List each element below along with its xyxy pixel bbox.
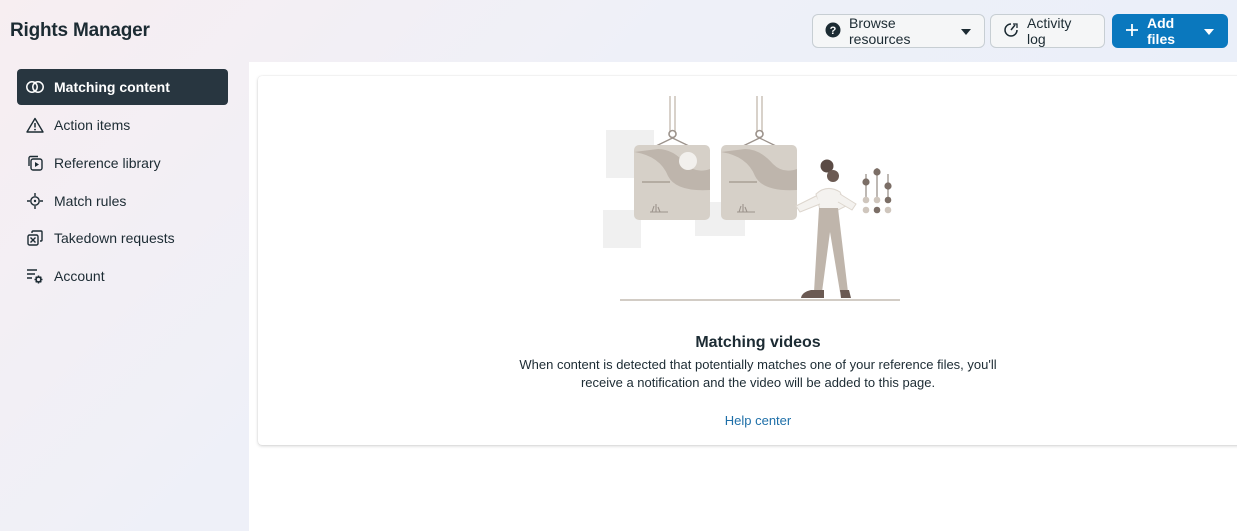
- sidebar-item-match-rules[interactable]: Match rules: [17, 183, 228, 219]
- help-circle-icon: ?: [825, 22, 841, 41]
- sidebar-item-label: Account: [54, 268, 105, 284]
- sidebar-item-action-items[interactable]: Action items: [17, 107, 228, 143]
- sidebar-item-takedown-requests[interactable]: Takedown requests: [17, 220, 228, 256]
- warning-icon: [26, 116, 44, 134]
- sidebar-item-account[interactable]: Account: [17, 258, 228, 294]
- plus-icon: [1125, 23, 1139, 40]
- activity-log-button[interactable]: Activity log: [990, 14, 1105, 48]
- help-center-link[interactable]: Help center: [258, 413, 1237, 428]
- caret-down-icon: [960, 23, 972, 39]
- matching-illustration: [598, 94, 908, 309]
- settings-list-icon: [26, 267, 44, 285]
- empty-state-card: Matching videos When content is detected…: [258, 76, 1237, 445]
- empty-state-title: Matching videos: [695, 334, 821, 351]
- app-title: Rights Manager: [10, 20, 150, 41]
- matching-icon: [26, 78, 44, 96]
- add-files-button[interactable]: Add files: [1112, 14, 1228, 48]
- activity-icon: [1003, 22, 1019, 41]
- sidebar-item-label: Match rules: [54, 193, 127, 209]
- main-content: Matching videos When content is detected…: [249, 62, 1237, 531]
- sidebar-nav: Matching content Action items Reference …: [0, 62, 249, 531]
- sidebar-item-label: Action items: [54, 117, 131, 133]
- caret-down-icon: [1203, 23, 1215, 39]
- activity-log-label: Activity log: [1027, 15, 1072, 47]
- sidebar-item-reference-library[interactable]: Reference library: [17, 145, 228, 181]
- add-files-label: Add files: [1147, 15, 1176, 47]
- browse-resources-button[interactable]: ? Browse resources: [812, 14, 985, 48]
- takedown-icon: [26, 229, 44, 247]
- sidebar-item-label: Takedown requests: [54, 230, 175, 246]
- sidebar-item-matching-content[interactable]: Matching content: [17, 69, 228, 105]
- svg-text:?: ?: [830, 25, 837, 37]
- browse-resources-label: Browse resources: [849, 15, 911, 47]
- crosshair-icon: [26, 192, 44, 210]
- empty-state-description: When content is detected that potentiall…: [519, 357, 997, 390]
- sidebar-item-label: Reference library: [54, 155, 161, 171]
- sidebar-item-label: Matching content: [54, 79, 170, 95]
- top-bar: Rights Manager ? Browse resources Activi…: [0, 0, 1237, 62]
- library-icon: [26, 154, 44, 172]
